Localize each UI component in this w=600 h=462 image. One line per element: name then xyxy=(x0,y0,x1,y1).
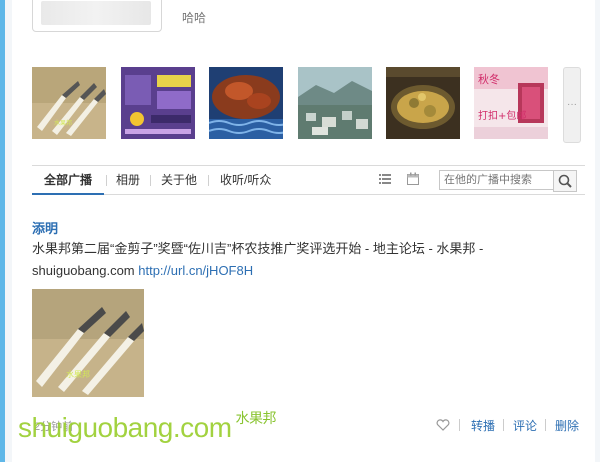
photo-thumb-promo[interactable] xyxy=(121,67,195,139)
watermark-text: shuiguobang.com xyxy=(18,412,232,443)
delete-button[interactable]: 删除 xyxy=(555,417,579,434)
main-panel: 哈哈 水果邦 秋冬 打扣+包邮 ··· 全部广播 相册 关于他 收听/听众 在他… xyxy=(12,0,595,462)
search-input[interactable] xyxy=(439,170,559,190)
action-divider xyxy=(459,419,460,431)
svg-text:水果邦: 水果邦 xyxy=(54,119,72,127)
tab-divider xyxy=(106,175,107,186)
photo-thumb-clothing[interactable]: 秋冬 打扣+包邮 xyxy=(474,67,548,139)
profile-card xyxy=(32,0,162,32)
search-button[interactable] xyxy=(553,170,577,192)
search-icon xyxy=(558,174,572,188)
post-author[interactable]: 添明 xyxy=(32,218,58,237)
svg-text:水果邦: 水果邦 xyxy=(66,369,90,379)
photo-more-button[interactable]: ··· xyxy=(563,67,581,143)
tab-about[interactable]: 关于他 xyxy=(161,166,197,194)
forward-button[interactable]: 转播 xyxy=(471,417,495,434)
action-divider xyxy=(545,419,546,431)
photo-thumb-seafood[interactable] xyxy=(209,67,283,139)
calendar-view-icon[interactable] xyxy=(406,172,420,186)
comment-button[interactable]: 评论 xyxy=(513,417,537,434)
svg-text:秋冬: 秋冬 xyxy=(478,72,500,86)
photo-thumb-town[interactable] xyxy=(298,67,372,139)
left-accent-bar xyxy=(0,0,5,462)
watermark: shuiguobang.com 水果邦 xyxy=(18,410,277,444)
heart-icon[interactable] xyxy=(436,418,450,431)
list-view-icon[interactable] xyxy=(378,172,392,186)
svg-text:打扣+包邮: 打扣+包邮 xyxy=(478,109,526,122)
photo-thumb-shears[interactable]: 水果邦 xyxy=(32,67,106,139)
post-image-shears[interactable]: 水果邦 xyxy=(32,289,144,397)
tab-divider xyxy=(150,175,151,186)
tab-listen[interactable]: 收听/听众 xyxy=(220,166,271,194)
profile-blurred-name xyxy=(41,1,151,25)
post-text: 水果邦第二届“金剪子”奖暨“佐川吉”杯农技推广奖评选开始 - 地主论坛 - 水果… xyxy=(32,241,484,278)
tab-divider xyxy=(208,175,209,186)
post-short-link[interactable]: http://url.cn/jHOF8H xyxy=(138,263,253,278)
watermark-small-text: 水果邦 xyxy=(235,410,277,426)
tab-album[interactable]: 相册 xyxy=(116,166,140,194)
profile-hint-text: 哈哈 xyxy=(182,11,207,25)
tab-all-broadcasts[interactable]: 全部广播 xyxy=(31,166,105,195)
post-body: 水果邦第二届“金剪子”奖暨“佐川吉”杯农技推广奖评选开始 - 地主论坛 - 水果… xyxy=(32,238,572,282)
photo-thumb-hotpot[interactable] xyxy=(386,67,460,139)
tab-bar: 全部广播 相册 关于他 收听/听众 xyxy=(31,165,585,195)
action-divider xyxy=(503,419,504,431)
